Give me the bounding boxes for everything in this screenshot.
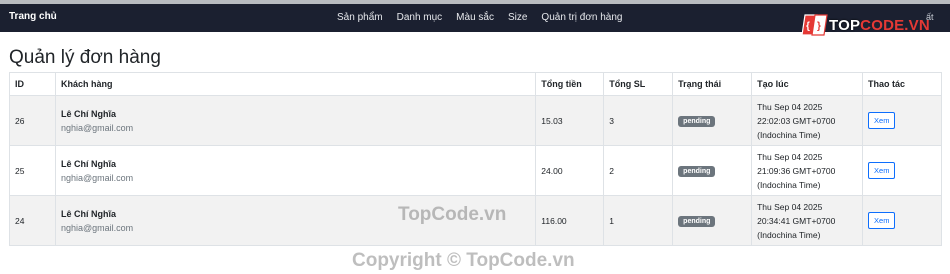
order-created: Thu Sep 04 2025 22:02:03 GMT+0700 (Indoc… xyxy=(751,95,864,146)
column-header-total: Tổng tiền xyxy=(535,72,605,96)
customer-cell: Lê Chí Nghĩa nghia@gmail.com xyxy=(54,195,537,246)
order-id: 26 xyxy=(9,95,56,146)
logo-text-code: CODE.VN xyxy=(860,16,930,34)
svg-text:}: } xyxy=(817,21,821,32)
customer-email: nghia@gmail.com xyxy=(60,122,134,133)
order-created: Thu Sep 04 2025 20:34:41 GMT+0700 (Indoc… xyxy=(751,195,864,246)
nav-link-order-admin[interactable]: Quản trị đơn hàng xyxy=(541,12,622,23)
actions-cell: Xem xyxy=(862,195,942,246)
svg-text:{: { xyxy=(806,21,810,32)
order-id: 24 xyxy=(9,195,56,246)
order-quantity: 1 xyxy=(603,195,674,246)
customer-cell: Lê Chí Nghĩa nghia@gmail.com xyxy=(54,145,537,196)
customer-name: Lê Chí Nghĩa xyxy=(60,108,116,119)
status-cell: pending xyxy=(672,195,753,246)
topcode-logo: { } TOPCODE.VN xyxy=(801,13,930,37)
topcode-logo-text: TOPCODE.VN xyxy=(829,17,930,34)
customer-email: nghia@gmail.com xyxy=(60,172,134,183)
status-badge: pending xyxy=(678,165,716,177)
nav-home-link[interactable]: Trang chủ xyxy=(9,11,57,22)
view-order-button[interactable]: Xem xyxy=(868,112,896,129)
order-id: 25 xyxy=(9,145,56,196)
status-badge: pending xyxy=(678,215,716,227)
page-title: Quản lý đơn hàng xyxy=(9,47,161,68)
topcode-logo-icon: { } xyxy=(801,13,828,37)
nav-link-size[interactable]: Size xyxy=(508,12,527,23)
customer-name: Lê Chí Nghĩa xyxy=(60,158,116,169)
order-total: 24.00 xyxy=(535,145,605,196)
table-header-row: ID Khách hàng Tổng tiền Tổng SL Trạng th… xyxy=(9,72,942,96)
actions-cell: Xem xyxy=(862,145,942,196)
table-row: 26 Lê Chí Nghĩa nghia@gmail.com 15.03 3 … xyxy=(9,95,942,146)
table-row: 24 Lê Chí Nghĩa nghia@gmail.com 116.00 1… xyxy=(9,195,942,246)
column-header-id: ID xyxy=(9,72,56,96)
nav-link-categories[interactable]: Danh mục xyxy=(397,12,443,23)
column-header-status: Trạng thái xyxy=(672,72,753,96)
view-order-button[interactable]: Xem xyxy=(868,212,896,229)
column-header-quantity: Tổng SL xyxy=(603,72,674,96)
column-header-actions: Thao tác xyxy=(862,72,942,96)
nav-link-colors[interactable]: Màu sắc xyxy=(456,12,494,23)
table-row: 25 Lê Chí Nghĩa nghia@gmail.com 24.00 2 … xyxy=(9,145,942,196)
customer-cell: Lê Chí Nghĩa nghia@gmail.com xyxy=(54,95,537,146)
column-header-created: Tạo lúc xyxy=(751,72,864,96)
status-cell: pending xyxy=(672,145,753,196)
order-created: Thu Sep 04 2025 21:09:36 GMT+0700 (Indoc… xyxy=(751,145,864,196)
status-badge: pending xyxy=(678,115,716,127)
watermark-copyright: Copyright © TopCode.vn xyxy=(352,250,575,271)
customer-name: Lê Chí Nghĩa xyxy=(60,208,116,219)
order-total: 116.00 xyxy=(535,195,605,246)
customer-email: nghia@gmail.com xyxy=(60,222,134,233)
order-quantity: 3 xyxy=(603,95,674,146)
column-header-customer: Khách hàng xyxy=(54,72,537,96)
nav-links: Sản phẩm Danh mục Màu sắc Size Quản trị … xyxy=(337,12,636,23)
view-order-button[interactable]: Xem xyxy=(868,162,896,179)
status-cell: pending xyxy=(672,95,753,146)
logo-text-top: TOP xyxy=(829,16,861,34)
orders-table: ID Khách hàng Tổng tiền Tổng SL Trạng th… xyxy=(9,72,942,246)
order-total: 15.03 xyxy=(535,95,605,146)
actions-cell: Xem xyxy=(862,95,942,146)
nav-link-products[interactable]: Sản phẩm xyxy=(337,12,383,23)
order-quantity: 2 xyxy=(603,145,674,196)
